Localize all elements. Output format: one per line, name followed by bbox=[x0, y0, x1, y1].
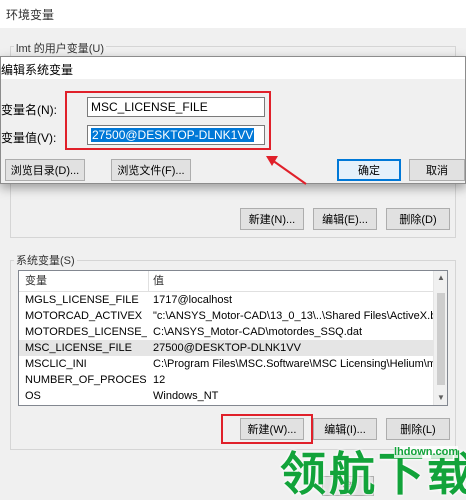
scroll-up-arrow-icon[interactable]: ▲ bbox=[437, 273, 445, 282]
variable-value-cell: 27500@DESKTOP-DLNK1VV bbox=[153, 342, 301, 354]
table-header: 变量 值 bbox=[19, 271, 447, 292]
variable-name-cell: OS bbox=[25, 390, 41, 402]
table-row[interactable]: OS Windows_NT bbox=[19, 388, 447, 404]
table-row[interactable]: NUMBER_OF_PROCESSORS 12 bbox=[19, 372, 447, 388]
variable-value-cell: C:\Program Files\MSC.Software\MSC Licens… bbox=[153, 358, 433, 370]
user-new-button[interactable]: 新建(N)... bbox=[240, 208, 304, 230]
user-delete-button[interactable]: 删除(D) bbox=[386, 208, 450, 230]
table-row[interactable]: MOTORCAD_ACTIVEX "c:\ANSYS_Motor-CAD\13_… bbox=[19, 308, 447, 324]
dialog-titlebar: 编辑系统变量 bbox=[1, 57, 465, 79]
dialog-ok-button[interactable]: 确定 bbox=[337, 159, 401, 181]
browse-file-button[interactable]: 浏览文件(F)... bbox=[111, 159, 191, 181]
column-divider[interactable] bbox=[148, 271, 149, 291]
annotation-arrow-icon bbox=[266, 156, 307, 185]
system-variables-table[interactable]: 变量 值 MGLS_LICENSE_FILE 1717@localhost MO… bbox=[18, 270, 448, 406]
variable-value-cell: 12 bbox=[153, 374, 166, 386]
variable-value-cell: 1717@localhost bbox=[153, 294, 233, 306]
scroll-down-arrow-icon[interactable]: ▼ bbox=[437, 393, 445, 402]
dialog-cancel-button[interactable]: 取消 bbox=[409, 159, 465, 181]
system-edit-button[interactable]: 编辑(I)... bbox=[313, 418, 377, 440]
variable-name-cell: MSC_LICENSE_FILE bbox=[25, 342, 132, 354]
variable-name-cell: MSCLIC_INI bbox=[25, 358, 87, 370]
system-delete-button[interactable]: 删除(L) bbox=[386, 418, 450, 440]
table-row-selected[interactable]: MSC_LICENSE_FILE 27500@DESKTOP-DLNK1VV bbox=[19, 340, 447, 356]
column-header-value[interactable]: 值 bbox=[153, 271, 433, 291]
variable-name-cell: MGLS_LICENSE_FILE bbox=[25, 294, 139, 306]
variable-value-cell: "c:\ANSYS_Motor-CAD\13_0_13\..\Shared Fi… bbox=[153, 310, 433, 322]
edit-system-variable-dialog: 编辑系统变量 变量名(N): MSC_LICENSE_FILE 变量值(V): … bbox=[0, 56, 466, 184]
variable-name-cell: MOTORDES_LICENSE_FILE bbox=[25, 326, 147, 338]
window-title: 环境变量 bbox=[6, 8, 55, 22]
table-row[interactable]: MOTORDES_LICENSE_FILE C:\ANSYS_Motor-CAD… bbox=[19, 324, 447, 340]
variable-name-cell: NUMBER_OF_PROCESSORS bbox=[25, 374, 147, 386]
highlight-box-inputs bbox=[65, 91, 271, 150]
browse-directory-button[interactable]: 浏览目录(D)... bbox=[5, 159, 85, 181]
dialog-title: 编辑系统变量 bbox=[1, 63, 74, 77]
scrollbar-thumb[interactable] bbox=[437, 293, 445, 385]
table-scrollbar[interactable]: ▲ ▼ bbox=[433, 271, 447, 405]
variable-value-cell: Windows_NT bbox=[153, 390, 219, 402]
column-header-variable[interactable]: 变量 bbox=[25, 271, 147, 291]
user-variables-group-title: lmt 的用户变量(U) bbox=[14, 40, 106, 56]
watermark-url: lhdown.com bbox=[394, 446, 459, 458]
variable-name-cell: MOTORCAD_ACTIVEX bbox=[25, 310, 143, 322]
window-titlebar: 环境变量 bbox=[0, 0, 466, 28]
user-edit-button[interactable]: 编辑(E)... bbox=[313, 208, 377, 230]
table-row[interactable]: MGLS_LICENSE_FILE 1717@localhost bbox=[19, 292, 447, 308]
variable-value-label: 变量值(V): bbox=[1, 131, 57, 145]
table-row[interactable]: MSCLIC_INI C:\Program Files\MSC.Software… bbox=[19, 356, 447, 372]
variable-name-label: 变量名(N): bbox=[1, 103, 57, 117]
variable-value-cell: C:\ANSYS_Motor-CAD\motordes_SSQ.dat bbox=[153, 326, 363, 338]
system-variables-group-title: 系统变量(S) bbox=[14, 252, 77, 268]
